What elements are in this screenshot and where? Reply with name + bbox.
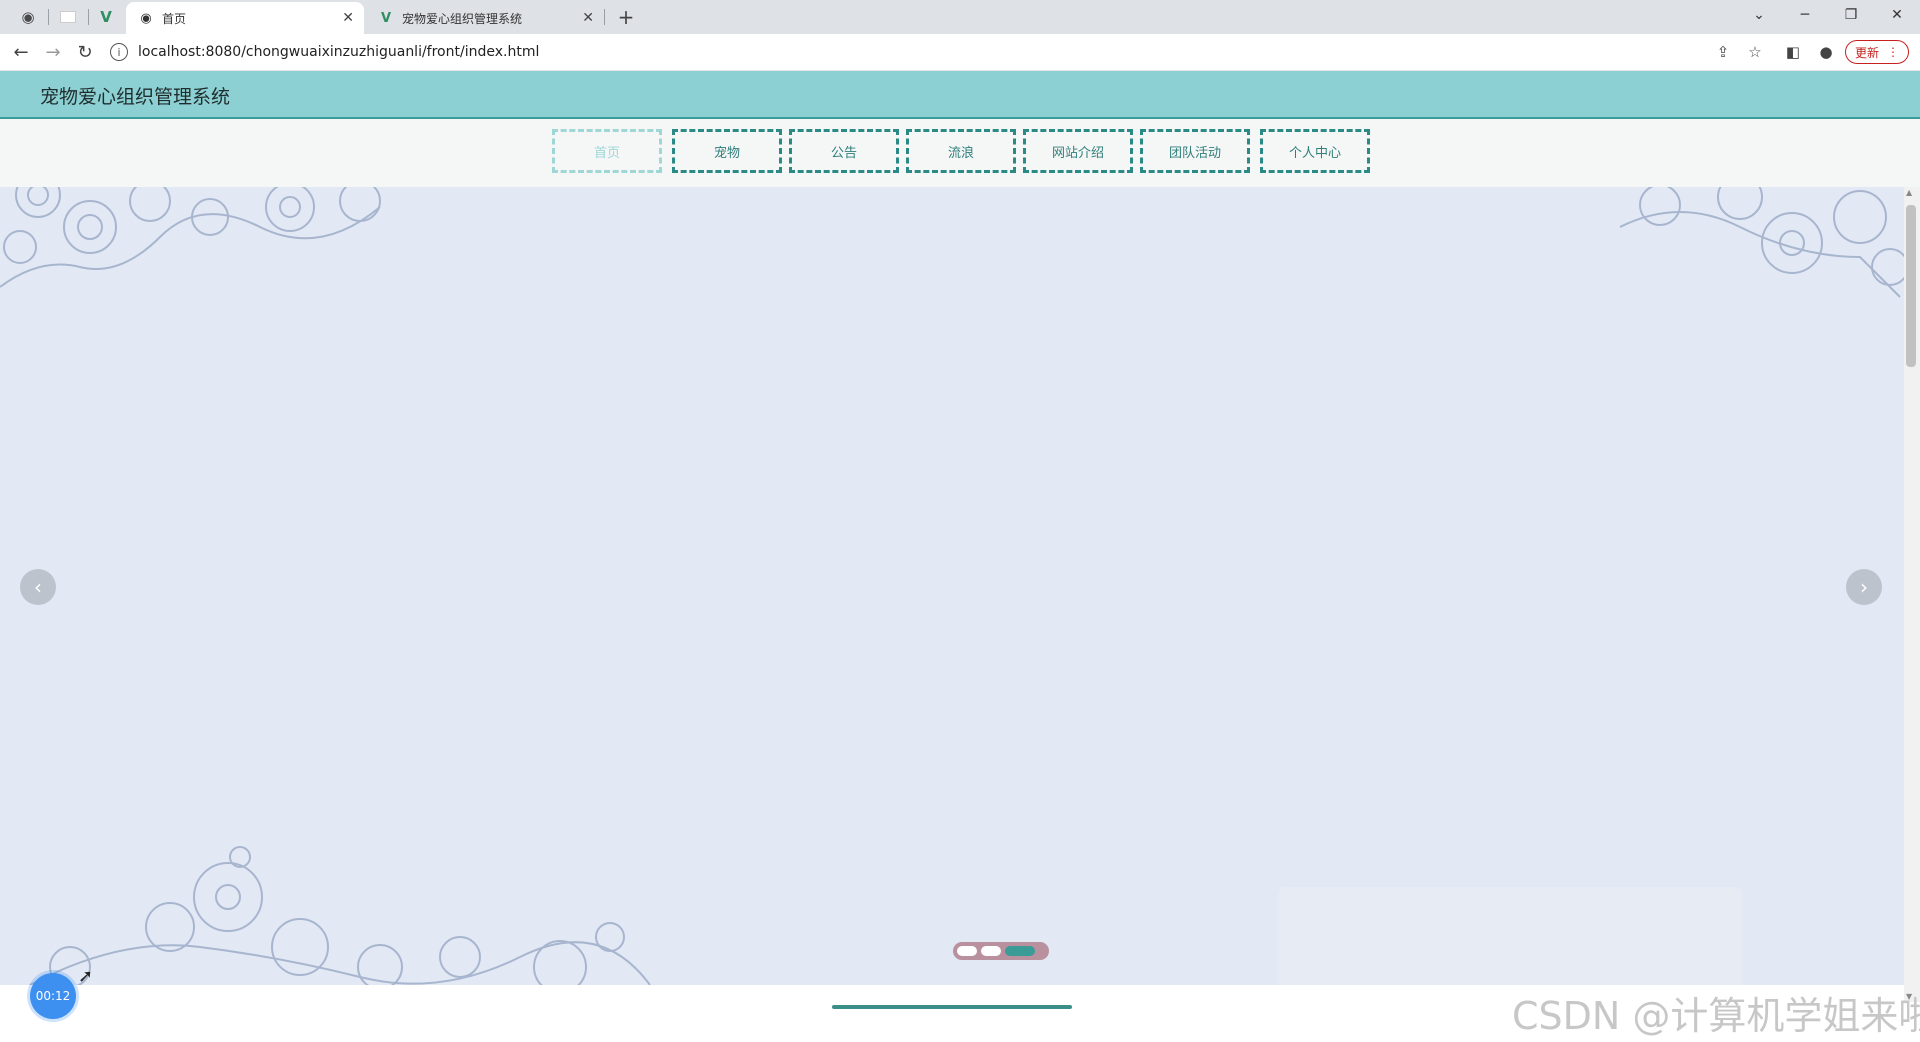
side-panel-button[interactable]: ◧ (1780, 40, 1806, 64)
bookmark-button[interactable]: ☆ (1742, 40, 1768, 64)
tab-title: 宠物爱心组织管理系统 (402, 11, 523, 26)
reload-icon: ↻ (77, 41, 93, 63)
nav-item-home[interactable]: 首页 (552, 129, 662, 173)
carousel-next-button[interactable]: › (1846, 569, 1882, 605)
close-icon[interactable]: ✕ (582, 10, 594, 26)
nav-item-personal-center[interactable]: 个人中心 (1260, 129, 1370, 173)
nav-item-label: 个人中心 (1288, 145, 1341, 161)
nav-item-team-activities[interactable]: 团队活动 (1140, 129, 1250, 173)
mouse-cursor-icon: ➚ (78, 966, 94, 987)
nav-item-strays[interactable]: 流浪 (906, 129, 1016, 173)
url-bar[interactable]: i localhost:8080/chongwuaixinzuzhiguanli… (110, 38, 1760, 66)
profile-icon: ● (1819, 43, 1833, 61)
nav-item-label: 首页 (593, 145, 620, 161)
minimize-button[interactable]: ─ (1782, 0, 1828, 30)
chevron-down-icon: ⌄ (1753, 7, 1765, 23)
address-toolbar: ← → ↻ i localhost:8080/chongwuaixinzuzhi… (0, 34, 1920, 71)
nav-item-label: 流浪 (947, 145, 974, 161)
scrollbar-thumb[interactable] (1906, 205, 1916, 367)
url-text: localhost:8080/chongwuaixinzuzhiguanli/f… (138, 44, 540, 60)
new-tab-button[interactable]: + (612, 4, 640, 30)
pinned-tab-vue[interactable]: V (88, 4, 124, 30)
vue-logo-icon: V (380, 10, 392, 26)
globe-icon: ◉ (140, 10, 152, 26)
chevron-left-icon: ‹ (34, 575, 42, 599)
close-icon[interactable]: ✕ (342, 10, 354, 26)
arrow-right-icon: → (45, 41, 61, 63)
reload-button[interactable]: ↻ (72, 40, 98, 64)
share-icon: ⇪ (1716, 43, 1730, 61)
side-panel-icon: ◧ (1785, 43, 1801, 61)
back-button[interactable]: ← (8, 40, 34, 64)
plus-icon: + (617, 5, 635, 29)
main-nav: 首页 宠物 公告 流浪 网站介绍 团队活动 个人中心 (0, 119, 1920, 187)
arrow-left-icon: ← (13, 41, 29, 63)
timer-text: 00:12 (35, 989, 71, 1003)
lace-decoration-top-left (0, 187, 381, 288)
restore-icon: ❐ (1844, 7, 1858, 23)
close-icon: ✕ (1891, 7, 1903, 23)
vue-logo-icon: V (100, 8, 112, 26)
nav-item-label: 网站介绍 (1051, 145, 1104, 161)
forward-button[interactable]: → (40, 40, 66, 64)
update-label: 更新 (1854, 45, 1879, 60)
nav-item-pets[interactable]: 宠物 (672, 129, 782, 173)
star-icon: ☆ (1748, 43, 1762, 61)
banner-carousel[interactable]: ‹ › (0, 187, 1904, 985)
globe-icon: ◉ (21, 8, 35, 26)
carousel-prev-button[interactable]: ‹ (20, 569, 56, 605)
recording-timer: 00:12 (30, 973, 76, 1019)
carousel-indicator-2[interactable] (981, 946, 1001, 956)
section-title-underline (832, 1005, 1072, 1009)
nav-item-label: 团队活动 (1168, 145, 1221, 161)
nav-item-label: 宠物 (713, 145, 740, 161)
watermark-text: CSDN @计算机学姐来啦 (1512, 994, 1920, 1038)
info-icon[interactable]: i (110, 43, 128, 61)
tab-separator (604, 9, 605, 25)
kebab-menu-icon: ⋮ (1887, 45, 1899, 59)
tab-separator (48, 9, 49, 25)
nav-item-about[interactable]: 网站介绍 (1023, 129, 1133, 173)
tab-search-button[interactable]: ⌄ (1736, 0, 1782, 30)
lace-decoration-bottom-left (29, 846, 651, 985)
tab-title: 首页 (162, 11, 187, 26)
minimize-icon: ─ (1800, 7, 1810, 23)
update-button[interactable]: 更新 ⋮ (1845, 40, 1909, 64)
browser-tab-bar: ◉ V ◉ 首页 ✕ V 宠物爱心组织管理系统 ✕ + ⌄ ─ ❐ ✕ (0, 0, 1920, 34)
pinned-tab-blank[interactable] (50, 4, 86, 30)
site-header: 宠物爱心组织管理系统 (0, 71, 1920, 119)
nav-item-announcements[interactable]: 公告 (789, 129, 899, 173)
nav-item-label: 公告 (830, 145, 857, 161)
blank-page-icon (60, 11, 76, 23)
window-close-button[interactable]: ✕ (1874, 0, 1920, 30)
tab-home[interactable]: ◉ 首页 ✕ (126, 2, 364, 34)
carousel-indicators (953, 942, 1049, 960)
restore-button[interactable]: ❐ (1828, 0, 1874, 30)
site-title: 宠物爱心组织管理系统 (40, 86, 231, 108)
tab-system[interactable]: V 宠物爱心组织管理系统 ✕ (366, 2, 604, 34)
lace-decoration-top-right (1619, 187, 1904, 298)
pinned-tab-globe[interactable]: ◉ (10, 4, 46, 30)
carousel-indicator-3[interactable] (1005, 946, 1035, 956)
scroll-up-icon[interactable]: ▲ (1906, 188, 1912, 197)
share-button[interactable]: ⇪ (1710, 40, 1736, 64)
carousel-indicator-1[interactable] (957, 946, 977, 956)
profile-button[interactable]: ● (1813, 40, 1839, 64)
chevron-right-icon: › (1860, 575, 1868, 599)
decorative-pedestal (1278, 887, 1742, 985)
